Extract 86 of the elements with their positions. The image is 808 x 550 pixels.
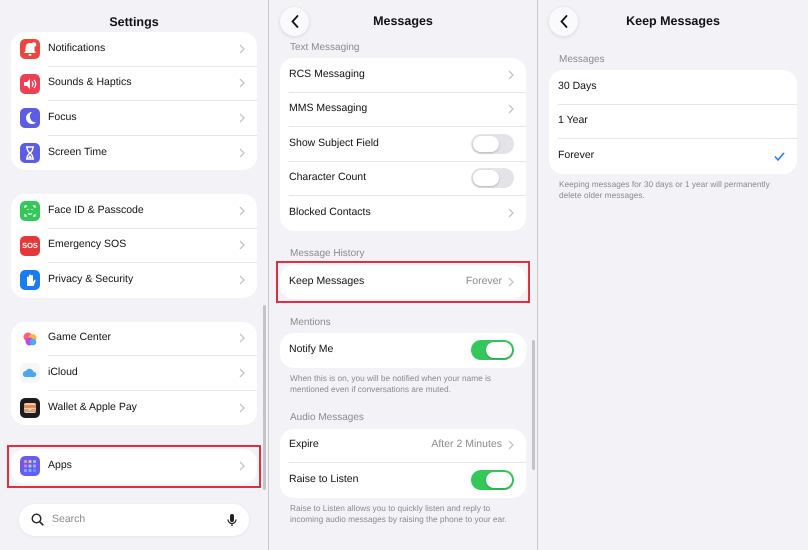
settings-row[interactable]: Character Count xyxy=(280,162,526,196)
chevron-icon xyxy=(508,70,514,80)
row-label: iCloud xyxy=(48,364,79,380)
row-label: Character Count xyxy=(289,170,368,186)
microphone-icon xyxy=(227,512,237,526)
chevron-icon xyxy=(239,461,245,472)
settings-row[interactable]: Screen Time xyxy=(11,136,257,170)
toggle-switch[interactable] xyxy=(471,168,514,188)
back-button[interactable] xyxy=(549,7,578,36)
search-icon xyxy=(31,513,44,526)
toggle-switch[interactable] xyxy=(471,340,514,360)
settings-row[interactable]: 1 Year xyxy=(549,104,797,139)
row-label: Emergency SOS xyxy=(48,237,128,252)
row-label: MMS Messaging xyxy=(289,101,368,116)
section-header: Audio Messages xyxy=(290,411,364,425)
row-label: Wallet & Apple Pay xyxy=(48,400,138,415)
row-label: RCS Messaging xyxy=(289,66,366,82)
settings-row[interactable]: Game Center xyxy=(11,322,257,356)
section-header: Mentions xyxy=(290,316,331,330)
chevron-icon xyxy=(239,112,245,123)
row-label: Notify Me xyxy=(289,342,334,358)
search-field[interactable]: Search xyxy=(50,510,227,528)
back-icon xyxy=(560,15,568,28)
settings-row[interactable]: Wallet & Apple Pay xyxy=(11,390,257,425)
row-value: After 2 Minutes xyxy=(431,437,502,452)
settings-row[interactable]: Expire After 2 Minutes xyxy=(280,428,526,463)
chevron-icon xyxy=(508,276,514,287)
screen-title: Keep Messages xyxy=(626,12,720,30)
settings-row[interactable]: RCS Messaging xyxy=(280,58,526,92)
row-value: Forever xyxy=(466,274,502,289)
row-label: Apps xyxy=(48,458,73,474)
chevron-icon xyxy=(239,78,245,88)
settings-row[interactable]: Sounds & Haptics xyxy=(11,66,257,101)
chevron-icon xyxy=(239,402,245,413)
settings-row[interactable]: Forever xyxy=(549,139,797,174)
row-label: Game Center xyxy=(48,330,112,346)
chevron-icon xyxy=(508,208,514,218)
row-label: Blocked Contacts xyxy=(289,205,372,220)
settings-row[interactable]: Face ID & Passcode xyxy=(11,194,257,228)
settings-row[interactable]: Blocked Contacts xyxy=(280,196,526,230)
back-icon xyxy=(290,15,298,28)
row-label: Expire xyxy=(289,437,320,452)
row-label: Privacy & Security xyxy=(48,272,134,288)
footer-note: Keeping messages for 30 days or 1 year will permanently delete older messages. xyxy=(558,178,771,200)
chevron-icon xyxy=(239,368,245,378)
screen-title: Settings xyxy=(109,14,159,31)
footer-note: When this is on, you will be notified when your name is mentioned even if conversations are muted. xyxy=(289,372,492,394)
settings-row[interactable]: Keep Messages Forever xyxy=(280,264,526,299)
section-header: Messages xyxy=(559,52,605,66)
chevron-icon xyxy=(508,440,514,450)
section-header: Message History xyxy=(290,247,364,261)
chevron-icon xyxy=(239,333,245,344)
chevron-icon xyxy=(239,275,245,286)
settings-row[interactable]: iCloud xyxy=(11,356,257,390)
settings-row[interactable]: Privacy & Security xyxy=(11,263,257,298)
row-label: Screen Time xyxy=(48,144,108,160)
row-label: 1 Year xyxy=(558,113,589,128)
row-label: Forever xyxy=(558,148,596,164)
chevron-icon xyxy=(239,44,245,54)
settings-row[interactable]: Notify Me xyxy=(280,333,526,368)
settings-row[interactable]: Notifications xyxy=(11,32,257,66)
toggle-switch[interactable] xyxy=(471,470,514,490)
row-label: Notifications xyxy=(48,40,106,56)
row-label: Focus xyxy=(48,110,78,125)
row-label: Sounds & Haptics xyxy=(48,75,132,90)
row-label: 30 Days xyxy=(558,78,598,94)
chevron-icon xyxy=(508,104,514,114)
toggle-switch[interactable] xyxy=(471,134,514,154)
settings-row[interactable]: Apps xyxy=(11,449,257,484)
search-bar[interactable]: Search xyxy=(19,504,249,536)
chevron-icon xyxy=(239,240,245,250)
settings-row[interactable]: MMS Messaging xyxy=(280,92,526,127)
settings-row[interactable]: Focus xyxy=(11,101,257,136)
row-label: Face ID & Passcode xyxy=(48,202,145,218)
footer-note: Raise to Listen allows you to quickly listen and reply to incoming audio messages by raising the phone to your ear. xyxy=(289,502,508,524)
chevron-icon xyxy=(239,148,245,158)
row-label: Show Subject Field xyxy=(289,136,380,151)
row-label: Keep Messages xyxy=(289,274,366,289)
section-header: Text Messaging xyxy=(290,40,360,54)
settings-row[interactable]: 30 Days xyxy=(549,70,797,104)
back-button[interactable] xyxy=(280,7,309,36)
settings-row[interactable]: Show Subject Field xyxy=(280,127,526,162)
chevron-icon xyxy=(239,206,245,216)
row-label: Raise to Listen xyxy=(289,472,360,488)
settings-row[interactable]: Raise to Listen xyxy=(280,463,526,498)
screen-title: Messages xyxy=(373,12,433,30)
